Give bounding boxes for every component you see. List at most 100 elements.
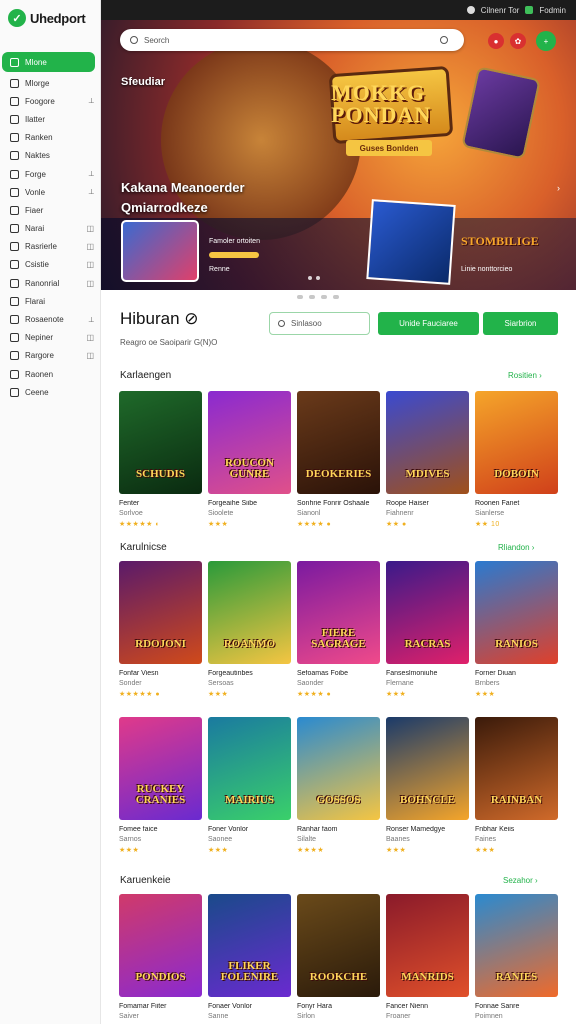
wallet-icon[interactable] [525, 6, 534, 14]
sidebar-item[interactable]: Ilatter [0, 110, 100, 128]
game-card[interactable]: MDIVES Roope Haiser Fiahnenr ★★ ● [386, 391, 469, 528]
game-thumbnail[interactable]: RUCKEY CRANIES [119, 717, 202, 820]
notification-icon[interactable] [466, 6, 475, 14]
sidebar-item[interactable]: Ceene [0, 383, 100, 401]
profile-icon[interactable]: ● [488, 33, 504, 49]
game-name[interactable]: Forgeaihe Siibe [208, 500, 291, 507]
topbar-link-2[interactable]: Fodmin [539, 6, 566, 15]
sidebar-item[interactable]: Nepiner ◫ [0, 329, 100, 347]
sidebar-item[interactable]: Csistie ◫ [0, 256, 100, 274]
sidebar-item[interactable]: Raonen [0, 365, 100, 383]
sidebar-item[interactable]: Rargore ◫ [0, 347, 100, 365]
game-thumbnail[interactable]: RDOJONI [119, 561, 202, 664]
game-name[interactable]: Fonyr Hara [297, 1003, 380, 1010]
game-thumbnail[interactable]: PONDIOS [119, 894, 202, 997]
game-thumbnail[interactable]: FLIKER FOLENIRE [208, 894, 291, 997]
game-thumbnail[interactable]: RANIOS [475, 561, 558, 664]
game-card[interactable]: ROOKCHE Fonyr Hara Sirlon [297, 894, 380, 1023]
game-thumbnail[interactable]: ROOKCHE [297, 894, 380, 997]
section-link-1[interactable]: Rositien › [508, 371, 542, 380]
game-card[interactable]: BOHNCLE Ronser Mamedgye Baanes ★★★ [386, 717, 469, 854]
game-name[interactable]: Fonfar Viesn [119, 670, 202, 677]
search-bar[interactable]: Seorch [120, 29, 464, 51]
game-name[interactable]: Fancer Nienn [386, 1003, 469, 1010]
game-card[interactable]: RACRAS Fanseslmoniuhe Flernane ★★★ [386, 561, 469, 698]
sidebar-item[interactable]: Ranken [0, 129, 100, 147]
game-card[interactable]: FLIKER FOLENIRE Fonaer Vonlor Sanne [208, 894, 291, 1023]
game-thumbnail[interactable]: DOBOIN [475, 391, 558, 494]
hero-next-icon[interactable]: › [557, 183, 560, 193]
sidebar-item[interactable]: Forge ⟂ [0, 165, 100, 183]
section-link-2[interactable]: Rliandon › [498, 543, 534, 552]
game-card[interactable]: ROUCON GUNRE Forgeaihe Siibe Sioolete ★★★ [208, 391, 291, 528]
sidebar-item[interactable]: Mlone [2, 52, 95, 72]
game-card[interactable]: RAINBAN Fnbhar Keiis Faines ★★★ [475, 717, 558, 854]
sidebar-item[interactable]: Rasrierle ◫ [0, 238, 100, 256]
search-submit-icon[interactable] [440, 36, 448, 44]
game-card[interactable]: FIERE SAGRAGE Sefoamas Foibe Saonder ★★★★ ● [297, 561, 380, 698]
game-thumbnail[interactable]: RACRAS [386, 561, 469, 664]
game-card[interactable]: GOSSOS Ranhar faom Silalte ★★★★ [297, 717, 380, 854]
sidebar-item[interactable]: Vonle ⟂ [0, 183, 100, 201]
sidebar-item[interactable]: Naktes [0, 147, 100, 165]
game-card[interactable]: PONDIOS Fomamar Fiiter Saiver [119, 894, 202, 1023]
game-thumbnail[interactable]: SCHUDIS [119, 391, 202, 494]
game-name[interactable]: Fomamar Fiiter [119, 1003, 202, 1010]
primary-button[interactable]: Unide Fauciaree [378, 312, 479, 335]
game-thumbnail[interactable]: MANRIDS [386, 894, 469, 997]
game-card[interactable]: DOBOIN Roonen Fanet Sianlerse ★★ 10 [475, 391, 558, 528]
game-thumbnail[interactable]: MAIRIUS [208, 717, 291, 820]
game-card[interactable]: DEOKERIES Sonhrie Fonrir Oshaale Sianonl ★★… [297, 391, 380, 528]
game-name[interactable]: Sefoamas Foibe [297, 670, 380, 677]
sidebar-item[interactable]: Rosaenote ⟂ [0, 310, 100, 328]
game-name[interactable]: Ronser Mamedgye [386, 826, 469, 833]
hero-banner[interactable]: Seorch ● ✿ + Sfeudiar MOKKG PONDAN Guses… [101, 20, 576, 290]
hero-pager[interactable] [308, 276, 320, 280]
gift-icon[interactable]: ✿ [510, 33, 526, 49]
game-card[interactable]: SCHUDIS Fenter Sorlvoe ★★★★★ ◐ [119, 391, 202, 528]
game-thumbnail[interactable]: FIERE SAGRAGE [297, 561, 380, 664]
game-card[interactable]: RDOJONI Fonfar Viesn Sonder ★★★★★ ● [119, 561, 202, 698]
hero-cta-button[interactable]: Guses Bonlden [346, 140, 432, 156]
game-name[interactable]: Foner Vonlor [208, 826, 291, 833]
game-card[interactable]: MANRIDS Fancer Nienn Froaner [386, 894, 469, 1023]
filter-input[interactable]: Sinlasoo [269, 312, 370, 335]
topbar-link-1[interactable]: Cilnenr Tor [481, 6, 520, 15]
game-name[interactable]: Fnbhar Keiis [475, 826, 558, 833]
game-name[interactable]: Fomee faice [119, 826, 202, 833]
section-link-3[interactable]: Sezahor › [503, 876, 538, 885]
game-name[interactable]: Sonhrie Fonrir Oshaale [297, 500, 380, 507]
secondary-button[interactable]: Siarbrion [483, 312, 558, 335]
sidebar-item[interactable]: Foogore ⟂ [0, 92, 100, 110]
carousel-pager[interactable] [297, 295, 339, 299]
game-thumbnail[interactable]: BOHNCLE [386, 717, 469, 820]
game-name[interactable]: Fonaer Vonlor [208, 1003, 291, 1010]
game-card[interactable]: RANIES Fonnae Sanre Poimnen [475, 894, 558, 1023]
game-name[interactable]: Roonen Fanet [475, 500, 558, 507]
game-name[interactable]: Ranhar faom [297, 826, 380, 833]
sidebar-item[interactable]: Flarai [0, 292, 100, 310]
game-name[interactable]: Roope Haiser [386, 500, 469, 507]
sidebar-item[interactable]: Ranonrial ◫ [0, 274, 100, 292]
feature-thumb-1[interactable] [121, 220, 199, 282]
game-name[interactable]: Forgeautinbes [208, 670, 291, 677]
game-name[interactable]: Fenter [119, 500, 202, 507]
game-thumbnail[interactable]: ROUCON GUNRE [208, 391, 291, 494]
game-name[interactable]: Forner Diuan [475, 670, 558, 677]
game-card[interactable]: MAIRIUS Foner Vonlor Saonee ★★★ [208, 717, 291, 854]
game-thumbnail[interactable]: ROANMO [208, 561, 291, 664]
game-thumbnail[interactable]: DEOKERIES [297, 391, 380, 494]
game-thumbnail[interactable]: RANIES [475, 894, 558, 997]
sidebar-item[interactable]: Fiaer [0, 201, 100, 219]
game-name[interactable]: Fanseslmoniuhe [386, 670, 469, 677]
sidebar-item[interactable]: Mlorge [0, 74, 100, 92]
game-name[interactable]: Fonnae Sanre [475, 1003, 558, 1010]
game-thumbnail[interactable]: RAINBAN [475, 717, 558, 820]
feature-thumb-2[interactable] [366, 199, 456, 285]
game-thumbnail[interactable]: GOSSOS [297, 717, 380, 820]
add-icon[interactable]: + [536, 31, 556, 51]
game-card[interactable]: RUCKEY CRANIES Fomee faice Sarnos ★★★ [119, 717, 202, 854]
game-thumbnail[interactable]: MDIVES [386, 391, 469, 494]
game-card[interactable]: ROANMO Forgeautinbes Sersoas ★★★ [208, 561, 291, 698]
game-card[interactable]: RANIOS Forner Diuan Brnbers ★★★ [475, 561, 558, 698]
